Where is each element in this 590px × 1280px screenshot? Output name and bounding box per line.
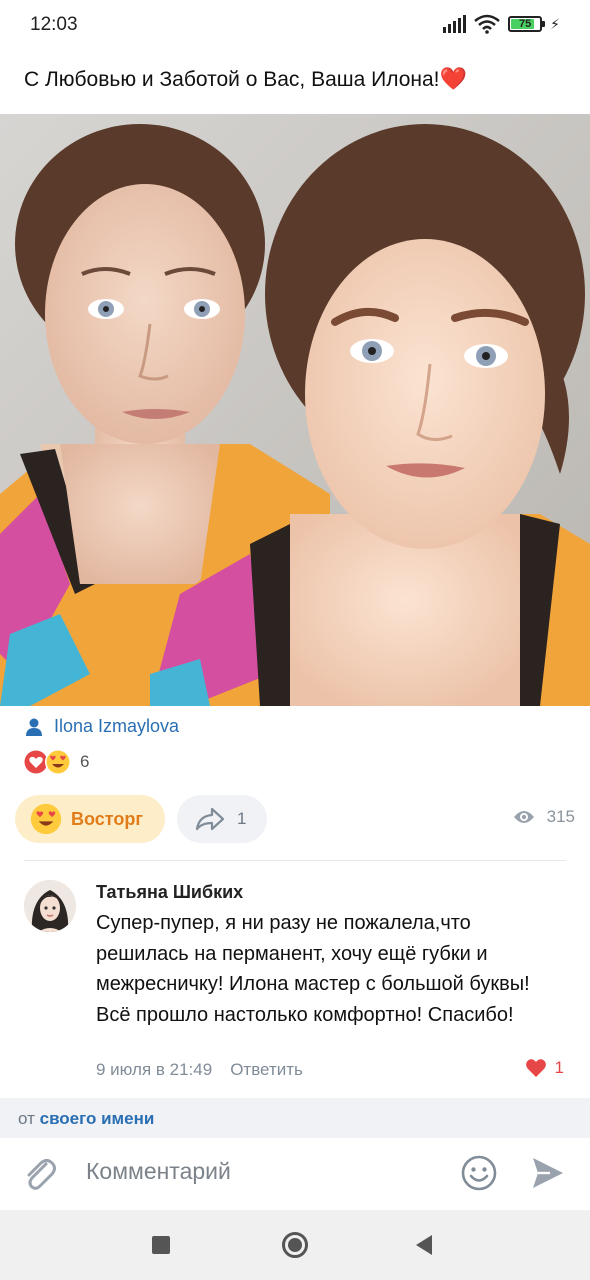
back-button[interactable] [416, 1235, 432, 1255]
recents-button[interactable] [152, 1236, 170, 1254]
divider [24, 860, 566, 861]
send-icon[interactable] [530, 1154, 566, 1192]
heart-emoji-icon: ❤️ [439, 66, 467, 91]
post-text: С Любовью и Заботой о Вас, Ваша Илона!❤️ [24, 64, 574, 95]
comment-likes-count: 1 [554, 1058, 564, 1077]
reaction-button[interactable]: Восторг [15, 795, 165, 843]
reply-as-prefix: от [18, 1109, 35, 1128]
post-photo[interactable] [0, 114, 590, 706]
status-bar: 12:03 75 ⚡ [0, 0, 590, 48]
reactions-summary[interactable]: 6 [22, 748, 89, 776]
share-button[interactable]: 1 [177, 795, 267, 843]
status-time: 12:03 [30, 14, 78, 35]
comment-text: Супер-пупер, я ни разу не пожалела,что р… [96, 912, 530, 1026]
reply-as-link[interactable]: своего имени [40, 1109, 155, 1128]
share-arrow-icon [195, 807, 225, 831]
heart-eyes-emoji-icon [30, 803, 62, 835]
wifi-icon [474, 14, 500, 34]
post-text-content: С Любовью и Заботой о Вас, Ваша Илона! [24, 68, 440, 91]
post-photo-image [0, 114, 590, 706]
smiley-icon[interactable] [460, 1154, 498, 1192]
post-author-name[interactable]: Ilona Izmaylova [54, 716, 179, 737]
heart-icon [525, 1059, 546, 1077]
reactions-count: 6 [80, 752, 90, 771]
eye-icon [513, 811, 534, 823]
reply-button[interactable]: Ответить [230, 1060, 303, 1080]
comment-input[interactable]: Комментарий [86, 1158, 231, 1185]
signal-icon [443, 15, 467, 33]
home-button[interactable] [282, 1232, 308, 1258]
battery-level: 75 [519, 18, 532, 30]
comment-author[interactable]: Татьяна Шибких [96, 882, 243, 903]
reply-as: от своего имени [18, 1109, 154, 1129]
reaction-button-label: Восторг [71, 808, 143, 829]
status-icons: 75 ⚡ [443, 14, 560, 34]
views-count: 315 [546, 807, 575, 826]
avatar[interactable] [24, 880, 76, 932]
shares-count: 1 [237, 809, 247, 828]
comment-like-button[interactable]: 1 [525, 1058, 564, 1078]
comment-date: 9 июля в 21:49 [96, 1060, 213, 1079]
views-counter: 315 [513, 807, 575, 827]
reply-as-bar: от своего имени [0, 1098, 590, 1138]
charging-icon: ⚡ [550, 15, 560, 32]
comment-meta: 9 июля в 21:49 Ответить [96, 1060, 303, 1080]
system-nav-bar [0, 1210, 590, 1280]
battery-icon: 75 [508, 16, 546, 32]
heart-eyes-emoji-icon [45, 749, 71, 775]
avatar-image [24, 880, 76, 932]
post-author[interactable]: Ilona Izmaylova [24, 716, 179, 737]
person-icon [26, 718, 42, 736]
post-actions: Восторг 1 315 [15, 795, 575, 843]
comment-composer: Комментарий [0, 1138, 590, 1210]
paperclip-icon[interactable] [22, 1154, 58, 1194]
